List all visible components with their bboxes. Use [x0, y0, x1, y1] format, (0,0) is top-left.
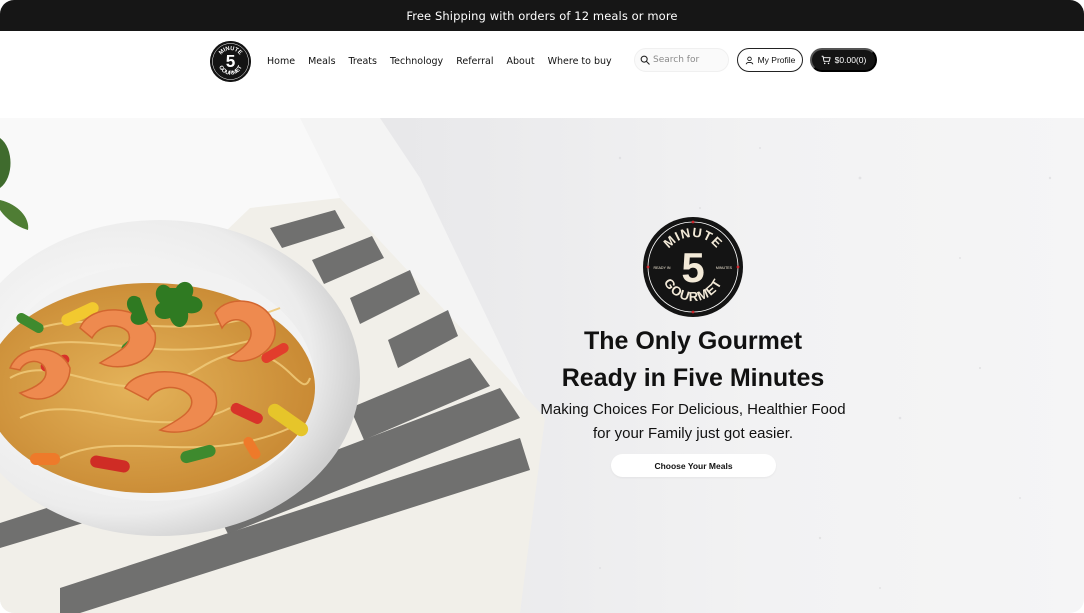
nav-referral[interactable]: Referral: [456, 56, 493, 67]
main-nav: Home Meals Treats Technology Referral Ab…: [267, 54, 625, 68]
hero-subtitle: Making Choices For Delicious, Healthier …: [530, 398, 856, 446]
nav-home[interactable]: Home: [267, 56, 295, 67]
search-box[interactable]: [634, 48, 729, 72]
nav-meals[interactable]: Meals: [308, 56, 335, 67]
choose-your-meals-button[interactable]: Choose Your Meals: [611, 454, 776, 477]
hero-subtitle-line-1: Making Choices For Delicious, Healthier …: [540, 401, 846, 418]
hero-subtitle-line-2: for your Family just got easier.: [592, 425, 794, 442]
brand-logo[interactable]: MINUTE 5 GOURMET: [210, 41, 251, 82]
my-profile-label: My Profile: [757, 55, 796, 65]
my-profile-button[interactable]: My Profile: [737, 48, 803, 72]
search-input[interactable]: [653, 55, 725, 65]
cart-icon: [821, 55, 831, 65]
svg-text:5: 5: [226, 51, 236, 71]
hero-logo: MINUTE 5 GOURMET READY IN MINUTES: [643, 217, 743, 317]
announcement-bar: Free Shipping with orders of 12 meals or…: [0, 0, 1084, 31]
site-header: MINUTE 5 GOURMET Home Meals Treats Techn…: [0, 31, 1084, 118]
nav-about[interactable]: About: [507, 56, 535, 67]
user-icon: [745, 56, 753, 64]
svg-text:MINUTES: MINUTES: [716, 266, 733, 270]
hero-title-line-1: The Only Gourmet: [583, 327, 803, 355]
cart-total: $0.00(0): [834, 55, 867, 65]
nav-where-to-buy[interactable]: Where to buy: [548, 56, 612, 67]
hero-title: The Only Gourmet Ready in Five Minutes: [540, 323, 846, 397]
svg-text:READY IN: READY IN: [654, 266, 671, 270]
search-icon: [640, 55, 650, 65]
nav-treats[interactable]: Treats: [349, 56, 377, 67]
svg-text:5: 5: [681, 244, 704, 291]
hero-title-line-2: Ready in Five Minutes: [561, 364, 825, 392]
cart-button[interactable]: $0.00(0): [810, 48, 877, 72]
nav-technology[interactable]: Technology: [390, 56, 443, 67]
announcement-text: Free Shipping with orders of 12 meals or…: [406, 8, 678, 23]
page: Free Shipping with orders of 12 meals or…: [0, 0, 1084, 613]
hero-section: MINUTE 5 GOURMET READY IN MINUTES The On…: [0, 118, 1084, 613]
